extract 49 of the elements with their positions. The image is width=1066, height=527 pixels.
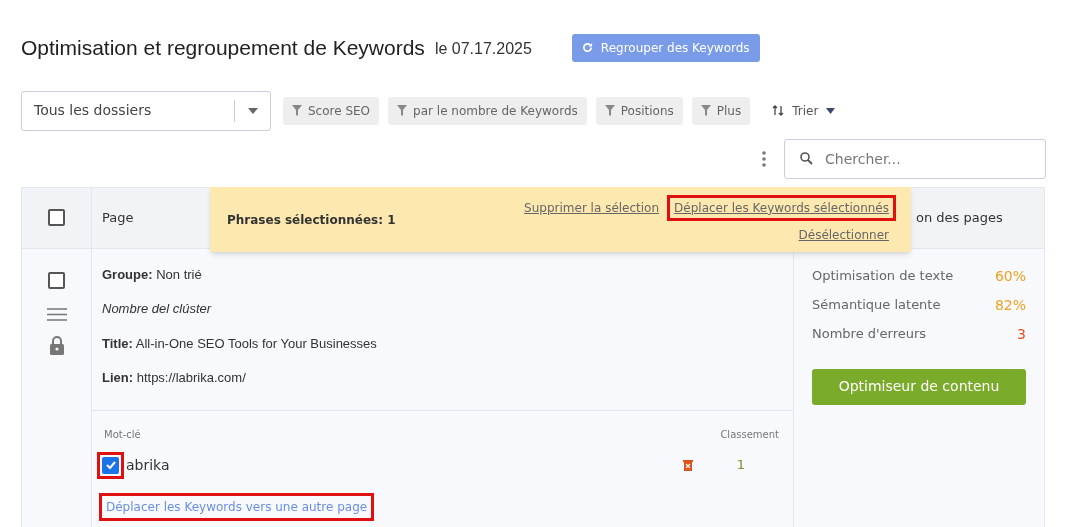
detail-text: Title: All-in-One SEO Tools for Your Businesses bbox=[102, 334, 378, 353]
filter-icon bbox=[700, 105, 711, 116]
more-icon[interactable] bbox=[762, 150, 766, 167]
detail-text: Nombre del clúster bbox=[102, 300, 213, 318]
lock-icon[interactable] bbox=[48, 334, 65, 355]
keyword-text: abrika bbox=[126, 455, 171, 475]
column-header: Mot-clé bbox=[104, 427, 141, 442]
check-icon bbox=[104, 459, 117, 471]
filter-chip[interactable]: par le nombre de Keywords bbox=[388, 96, 587, 125]
menu-icon[interactable] bbox=[46, 307, 67, 321]
selection-action-link[interactable]: Supprimer la sélection bbox=[524, 198, 660, 217]
regroup-button[interactable]: Regrouper des Keywords bbox=[571, 33, 760, 62]
refresh-icon bbox=[581, 42, 593, 54]
filter-icon bbox=[397, 105, 408, 116]
column-header: Page bbox=[102, 209, 134, 225]
optimizer-button[interactable]: Optimiseur de contenu bbox=[812, 368, 1026, 405]
metric-label: Optimisation de texte bbox=[812, 266, 954, 285]
metric-value: 60% bbox=[994, 266, 1026, 286]
metric-label: Sémantique latente bbox=[812, 295, 941, 314]
metric-value: 3 bbox=[1017, 324, 1026, 344]
detail-text: Groupe: Non trié bbox=[102, 265, 203, 284]
checkbox[interactable] bbox=[48, 271, 65, 289]
filter-icon bbox=[604, 105, 615, 116]
checkbox[interactable] bbox=[48, 209, 65, 226]
sort-button[interactable]: Trier bbox=[772, 96, 836, 125]
filter-chip[interactable]: Plus bbox=[691, 96, 751, 125]
column-header: Classement bbox=[720, 427, 779, 442]
search-field[interactable]: Chercher... bbox=[784, 138, 1046, 179]
caret-icon bbox=[247, 107, 258, 114]
filter-chip[interactable]: Positions bbox=[595, 96, 683, 125]
selection-action-link[interactable]: Désélectionner bbox=[798, 225, 889, 244]
sort-icon bbox=[772, 105, 785, 116]
folder-select[interactable]: Tous les dossiers bbox=[21, 90, 271, 131]
column-header: on des pages bbox=[916, 209, 1003, 225]
date-text: le 07.17.2025 bbox=[434, 38, 532, 59]
filter-chip[interactable]: Score SEO bbox=[283, 96, 380, 125]
page-title: Optimisation et regroupement de Keywords bbox=[21, 35, 425, 61]
filter-icon bbox=[292, 105, 302, 116]
search-icon bbox=[800, 151, 813, 165]
move-keywords-link[interactable]: Déplacer les Keywords vers une autre page bbox=[99, 492, 375, 521]
checkbox[interactable] bbox=[102, 456, 119, 474]
metric-value: 82% bbox=[994, 295, 1026, 315]
caret-icon bbox=[826, 107, 836, 114]
selection-count: Phrases sélectionnées: 1 bbox=[227, 212, 397, 229]
trash-icon[interactable] bbox=[683, 459, 693, 471]
rank-value: 1 bbox=[735, 456, 747, 475]
detail-text: Lien: https://labrika.com/ bbox=[102, 369, 247, 387]
selection-action-link[interactable]: Déplacer les Keywords sélectionnés bbox=[667, 194, 896, 221]
metric-label: Nombre d'erreurs bbox=[812, 324, 927, 343]
